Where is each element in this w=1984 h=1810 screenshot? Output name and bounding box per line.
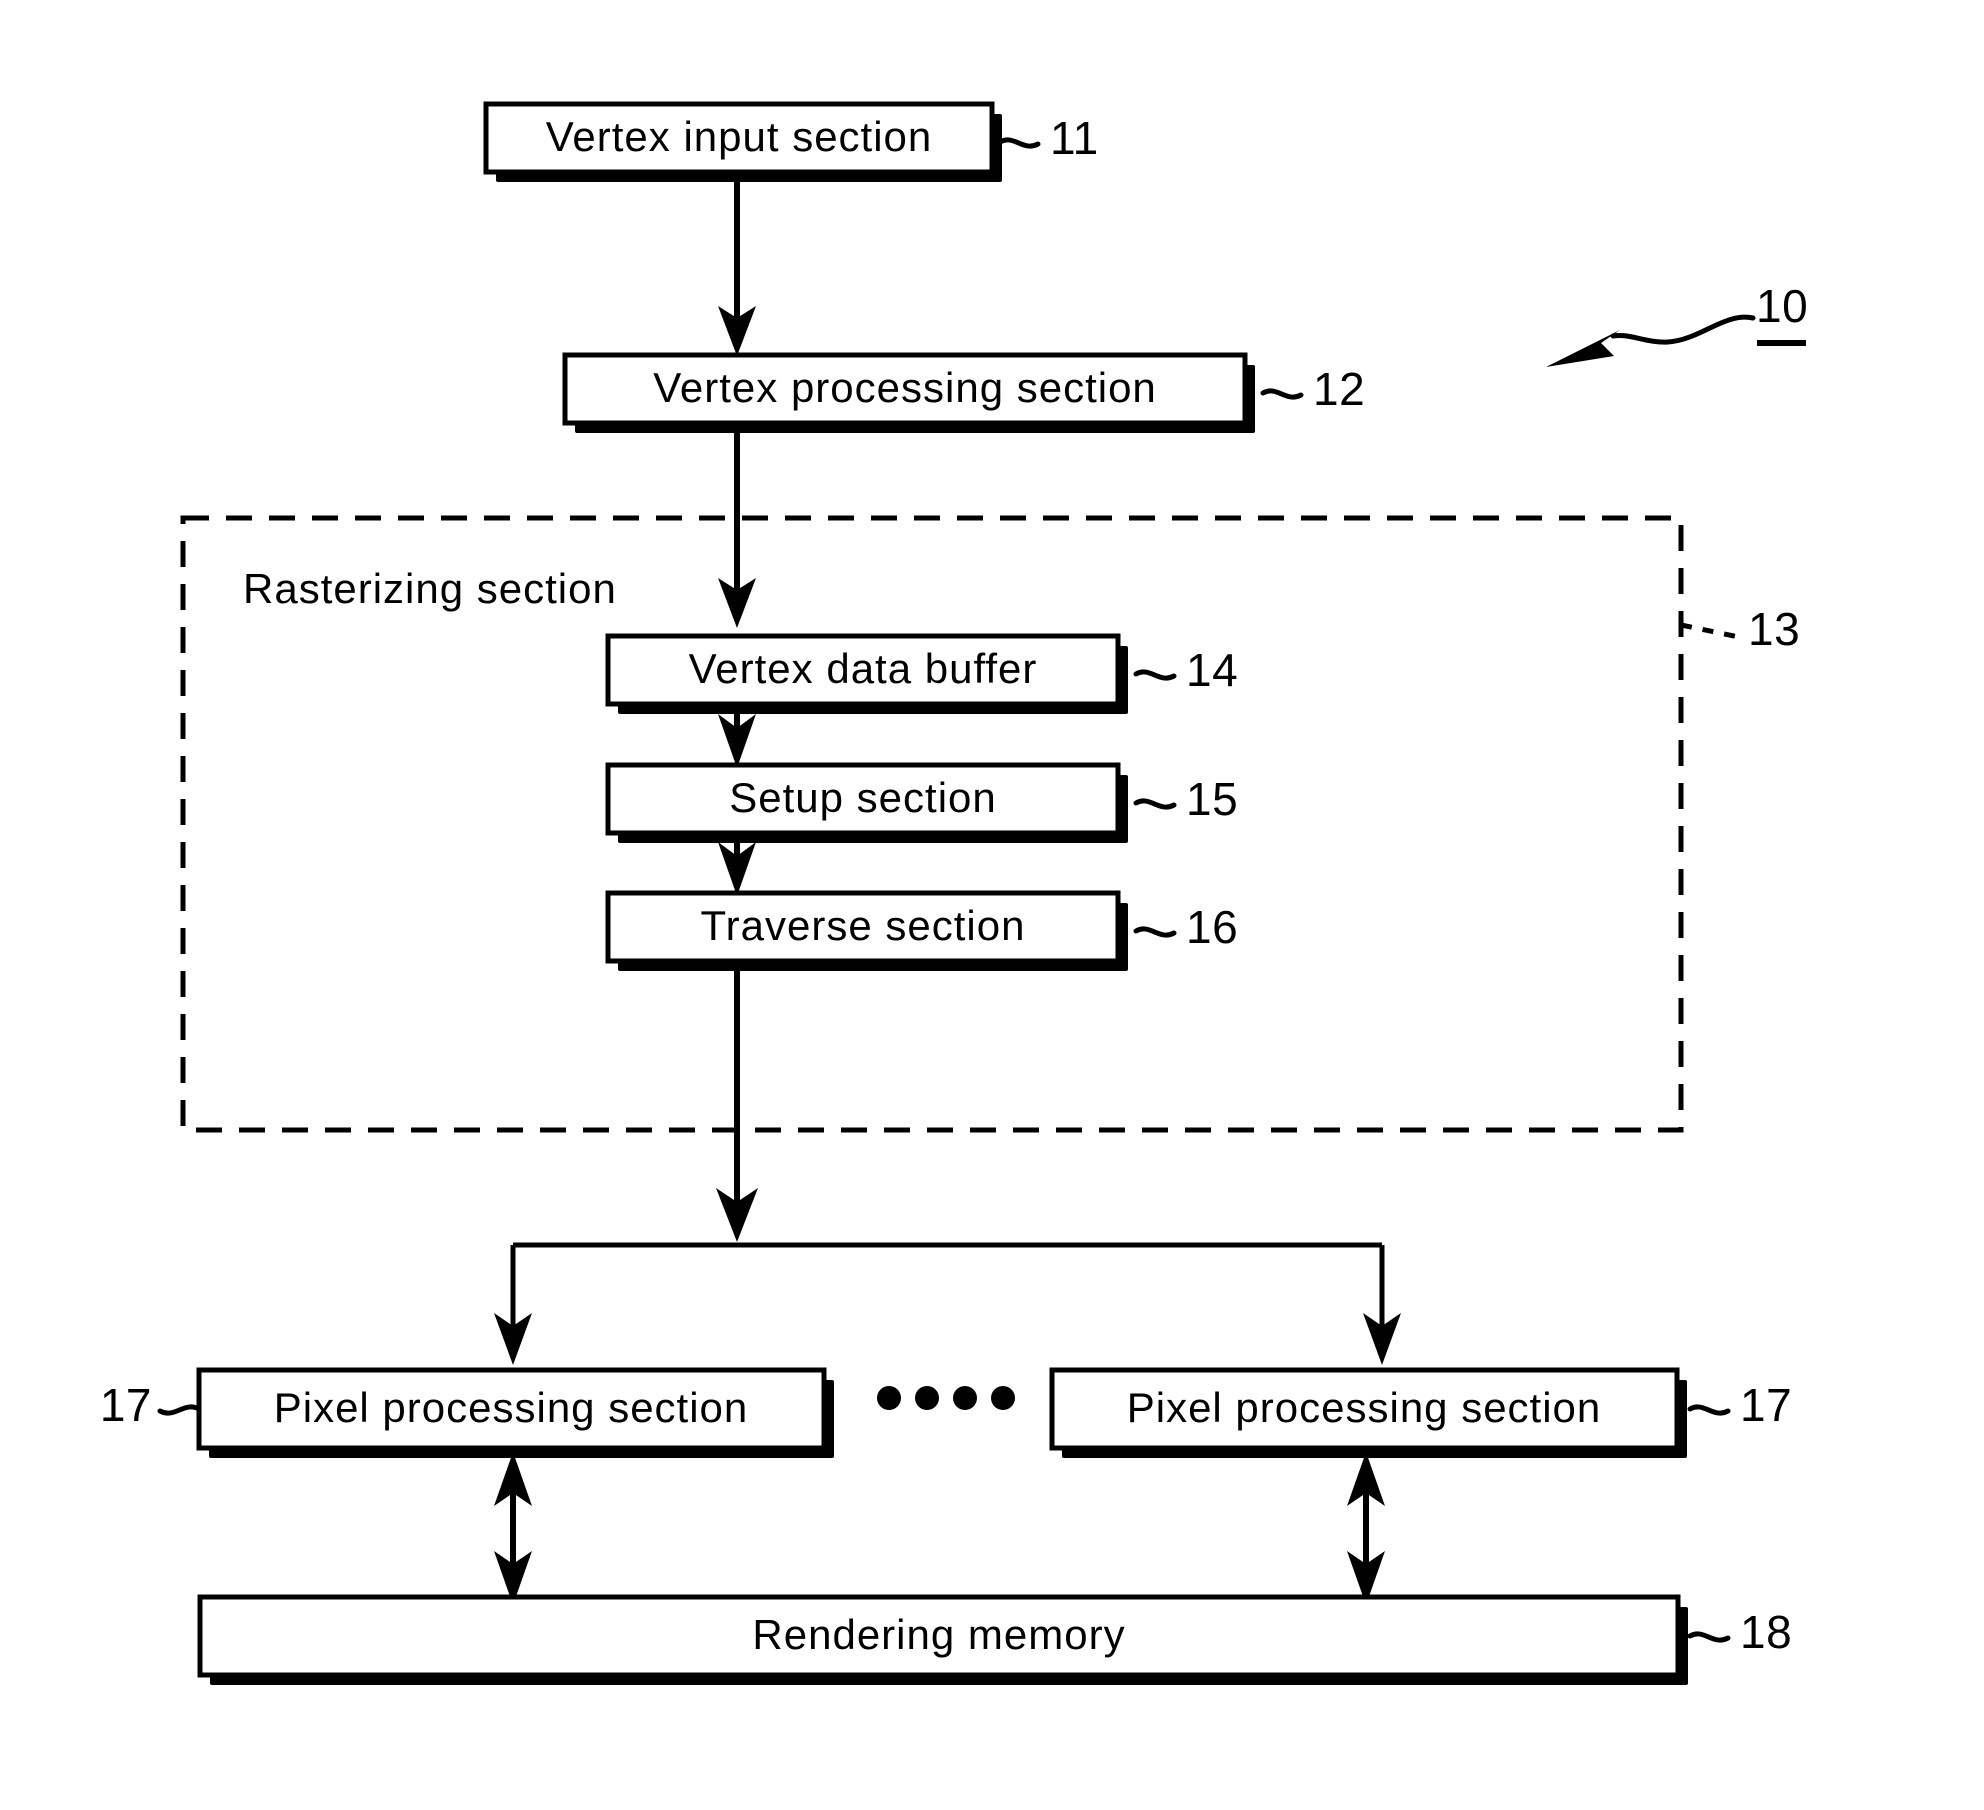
ref-number-12: 12 — [1313, 363, 1365, 415]
ref-callout-17-right — [1687, 1404, 1731, 1416]
ref-number-10: 10 — [1756, 280, 1808, 332]
ref-number-13: 13 — [1748, 603, 1800, 655]
node-label-vertex-input: Vertex input section — [546, 113, 933, 160]
ref-callout-17-left — [157, 1404, 202, 1416]
ref-number-14: 14 — [1186, 644, 1238, 696]
ref-callout-11 — [997, 137, 1041, 149]
node-label-rendering-memory: Rendering memory — [752, 1611, 1125, 1658]
branch-bus — [494, 1242, 1401, 1365]
ref-callout-15 — [1133, 798, 1177, 810]
node-label-vertex-processing: Vertex processing section — [653, 364, 1157, 411]
ref-number-17-left: 17 — [100, 1379, 152, 1431]
group-label-rasterizing: Rasterizing section — [243, 565, 617, 612]
flow-arrow-setup-to-traverse — [718, 842, 756, 896]
link-pixel-left-to-memory — [494, 1452, 532, 1605]
link-pixel-right-to-memory — [1347, 1452, 1385, 1605]
ref-number-16: 16 — [1186, 901, 1238, 953]
ref-number-18: 18 — [1740, 1606, 1792, 1658]
flow-arrow-input-to-processing — [718, 182, 756, 356]
flow-arrow-buffer-to-setup — [718, 714, 756, 768]
node-label-pixel-processing-left: Pixel processing section — [274, 1384, 749, 1431]
ref-number-17-right: 17 — [1740, 1379, 1792, 1431]
node-label-traverse: Traverse section — [701, 902, 1026, 949]
node-label-setup: Setup section — [729, 774, 997, 821]
ref-callout-13 — [1680, 622, 1740, 640]
ellipsis-dots — [877, 1386, 1015, 1410]
ref-callout-12 — [1260, 388, 1304, 400]
block-diagram-canvas: Vertex input section Vertex processing s… — [100, 101, 1808, 1685]
ref-number-15: 15 — [1186, 773, 1238, 825]
ref-callout-18 — [1687, 1631, 1731, 1643]
node-label-vertex-data-buffer: Vertex data buffer — [689, 645, 1038, 692]
node-label-pixel-processing-right: Pixel processing section — [1127, 1384, 1602, 1431]
ref-callout-16 — [1133, 926, 1177, 938]
ref-callout-14 — [1133, 669, 1177, 681]
flow-arrow-processing-to-buffer — [718, 433, 756, 628]
ref-number-11: 11 — [1050, 112, 1099, 164]
flow-arrow-traverse-to-branch — [716, 961, 758, 1242]
patent-figure: Vertex input section Vertex processing s… — [0, 0, 1984, 1810]
